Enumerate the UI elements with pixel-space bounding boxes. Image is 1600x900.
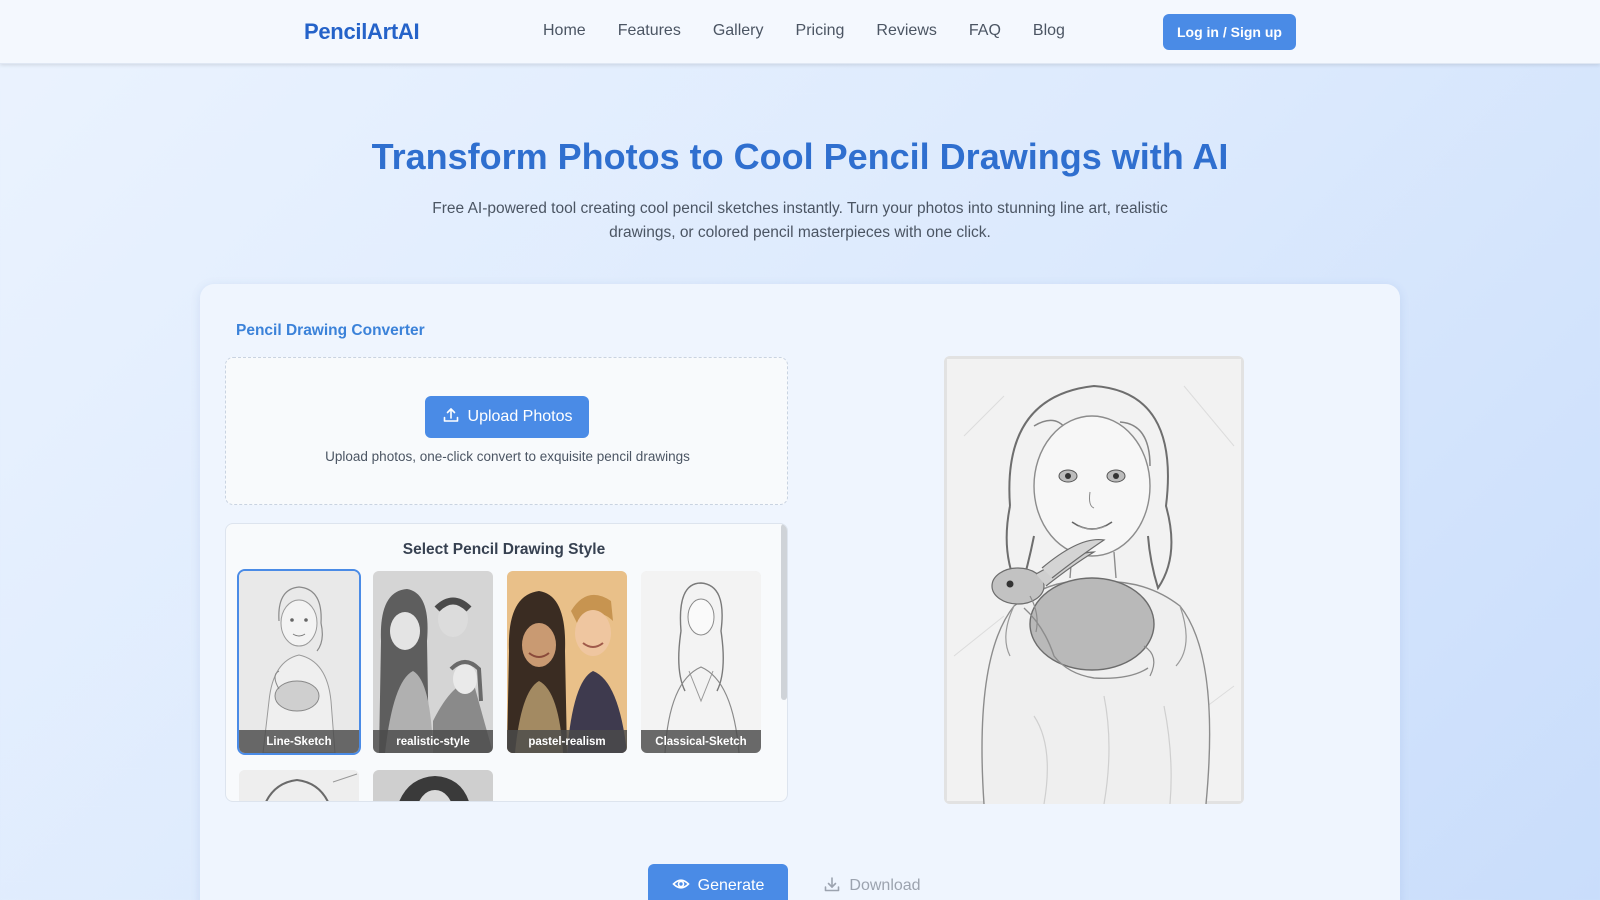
- style-option-realistic-style[interactable]: realistic-style: [373, 571, 493, 753]
- style-scrollbar[interactable]: [781, 524, 787, 700]
- style-label: realistic-style: [373, 730, 493, 753]
- generate-label: Generate: [697, 877, 765, 894]
- upload-dropzone[interactable]: Upload Photos Upload photos, one-click c…: [225, 357, 788, 505]
- nav-home[interactable]: Home: [543, 22, 586, 40]
- style-selector: Select Pencil Drawing Style Line-Sketch: [225, 523, 788, 802]
- main-nav: Home Features Gallery Pricing Reviews FA…: [543, 22, 1097, 40]
- nav-faq[interactable]: FAQ: [969, 22, 1001, 40]
- style-label: Classical-Sketch: [641, 730, 761, 753]
- style-selector-title: Select Pencil Drawing Style: [402, 541, 606, 558]
- page-subtitle: Free AI-powered tool creating cool penci…: [432, 200, 1168, 241]
- upload-hint: Upload photos, one-click convert to exqu…: [325, 449, 690, 464]
- style-label: Line-Sketch: [239, 730, 359, 753]
- preview-image: [944, 356, 1244, 804]
- nav-pricing[interactable]: Pricing: [796, 22, 845, 40]
- download-icon: [823, 875, 841, 898]
- style-option-pastel-realism[interactable]: pastel-realism: [507, 571, 627, 753]
- style-option-line-sketch[interactable]: Line-Sketch: [237, 569, 361, 755]
- line-sketch-thumbnail: [239, 571, 359, 753]
- site-header: PencilArtAI Home Features Gallery Pricin…: [0, 0, 1600, 64]
- style-thumbnail-5: [239, 770, 359, 801]
- download-label: Download: [849, 877, 921, 894]
- download-button[interactable]: Download: [812, 864, 932, 900]
- style-thumbnail-6: [373, 770, 493, 801]
- nav-reviews[interactable]: Reviews: [876, 22, 936, 40]
- nav-features[interactable]: Features: [618, 22, 681, 40]
- page-title: Transform Photos to Cool Pencil Drawings…: [371, 136, 1229, 177]
- nav-gallery[interactable]: Gallery: [713, 22, 764, 40]
- pastel-realism-thumbnail: [507, 571, 627, 753]
- style-label: pastel-realism: [507, 730, 627, 753]
- converter-title: Pencil Drawing Converter: [236, 322, 425, 339]
- realistic-style-thumbnail: [373, 571, 493, 753]
- upload-photos-button[interactable]: Upload Photos: [425, 396, 589, 438]
- upload-icon: [442, 406, 460, 429]
- generate-button[interactable]: Generate: [648, 864, 788, 900]
- style-option-6[interactable]: [373, 770, 493, 801]
- upload-photos-label: Upload Photos: [467, 408, 573, 425]
- logo[interactable]: PencilArtAI: [304, 19, 420, 45]
- converter-card: Pencil Drawing Converter Upload Photos U…: [200, 284, 1400, 900]
- nav-blog[interactable]: Blog: [1033, 22, 1065, 40]
- eye-icon: [672, 875, 690, 898]
- pencil-drawing-preview: [944, 356, 1244, 804]
- style-option-classical-sketch[interactable]: Classical-Sketch: [641, 571, 761, 753]
- classical-sketch-thumbnail: [641, 571, 761, 753]
- style-option-5[interactable]: [239, 770, 359, 801]
- login-signup-button[interactable]: Log in / Sign up: [1163, 14, 1296, 50]
